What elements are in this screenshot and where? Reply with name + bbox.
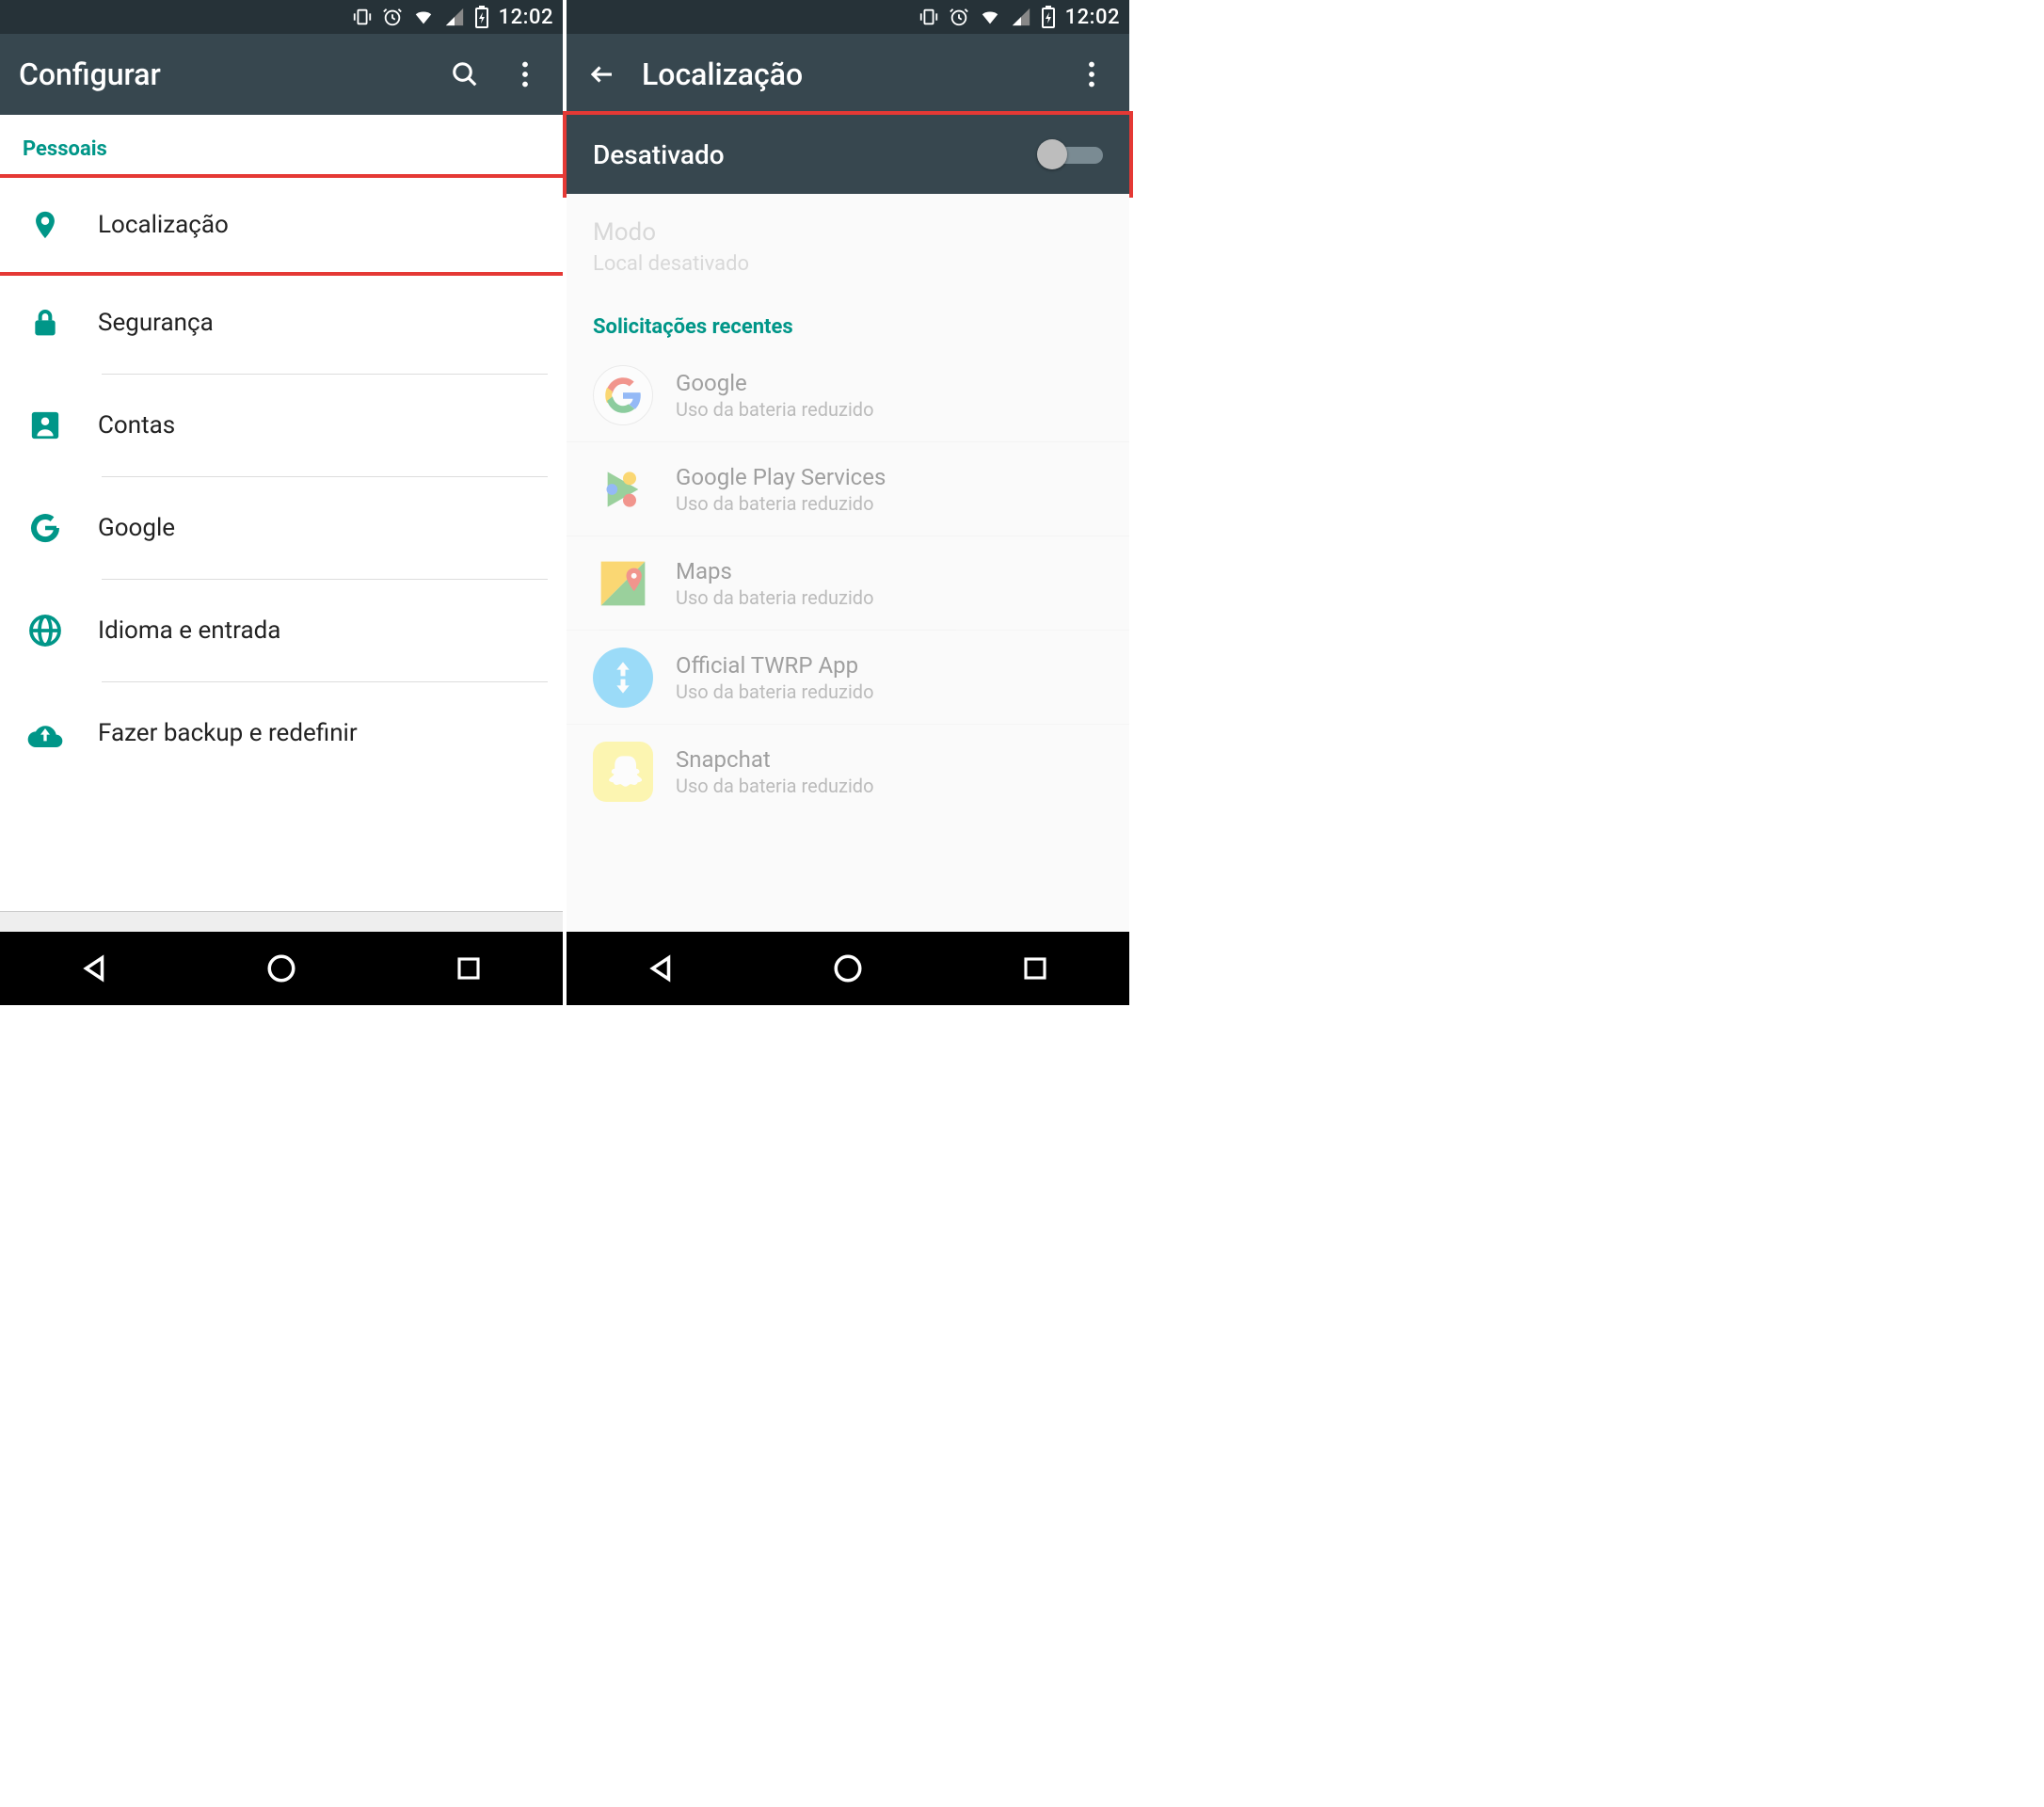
mode-title: Modo xyxy=(593,218,1103,247)
recent-app-row[interactable]: Google Play Services Uso da bateria redu… xyxy=(567,442,1129,536)
mode-subtitle: Local desativado xyxy=(593,252,1103,276)
nav-recent-button[interactable] xyxy=(446,946,491,991)
status-time: 12:02 xyxy=(1065,6,1120,29)
page-title: Configurar xyxy=(19,56,423,92)
appbar-right: Localização xyxy=(567,34,1129,115)
signal-icon xyxy=(444,7,465,27)
app-sub: Uso da bateria reduzido xyxy=(676,492,886,515)
vibrate-icon xyxy=(352,7,373,27)
alarm-icon xyxy=(382,7,403,27)
globe-icon xyxy=(23,614,68,648)
cloud-upload-icon xyxy=(23,719,68,747)
app-name: Maps xyxy=(676,558,874,584)
settings-item-location[interactable]: Localização xyxy=(0,174,563,276)
settings-item-label: Idioma e entrada xyxy=(98,616,280,645)
recent-app-row[interactable]: Google Uso da bateria reduzido xyxy=(567,348,1129,442)
settings-item-google[interactable]: Google xyxy=(0,477,563,579)
maps-icon xyxy=(593,553,653,614)
wifi-icon xyxy=(412,7,435,27)
signal-icon xyxy=(1011,7,1031,27)
settings-item-label: Segurança xyxy=(98,309,214,337)
nav-back-button[interactable] xyxy=(72,946,117,991)
settings-content: Pessoais Localização Segurança Contas xyxy=(0,115,563,932)
settings-item-label: Fazer backup e redefinir xyxy=(98,719,358,747)
location-content: Modo Local desativado Solicitações recen… xyxy=(567,194,1129,932)
back-button[interactable] xyxy=(585,57,619,91)
bottom-strip xyxy=(0,911,563,932)
search-button[interactable] xyxy=(446,56,484,93)
app-name: Official TWRP App xyxy=(676,652,874,679)
settings-item-backup[interactable]: Fazer backup e redefinir xyxy=(0,682,563,784)
recent-app-row[interactable]: Maps Uso da bateria reduzido xyxy=(567,536,1129,631)
recent-app-row[interactable]: Official TWRP App Uso da bateria reduzid… xyxy=(567,631,1129,725)
location-switch[interactable] xyxy=(1037,139,1103,169)
location-icon xyxy=(23,206,68,244)
recent-requests-header: Solicitações recentes xyxy=(567,300,1129,348)
settings-item-language[interactable]: Idioma e entrada xyxy=(0,580,563,681)
play-services-icon xyxy=(593,459,653,520)
nav-bar xyxy=(0,932,563,1005)
app-name: Google xyxy=(676,370,874,396)
lock-icon xyxy=(23,306,68,340)
wifi-icon xyxy=(979,7,1001,27)
section-header-pessoais: Pessoais xyxy=(0,115,563,178)
google-icon xyxy=(23,511,68,545)
settings-item-accounts[interactable]: Contas xyxy=(0,375,563,476)
mode-block[interactable]: Modo Local desativado xyxy=(567,194,1129,300)
recent-app-row[interactable]: Snapchat Uso da bateria reduzido xyxy=(567,725,1129,819)
nav-home-button[interactable] xyxy=(825,946,870,991)
alarm-icon xyxy=(949,7,969,27)
overflow-menu-button[interactable] xyxy=(506,56,544,93)
toggle-label: Desativado xyxy=(593,139,725,170)
twrp-icon xyxy=(593,648,653,708)
status-time: 12:02 xyxy=(499,6,553,29)
nav-recent-button[interactable] xyxy=(1013,946,1058,991)
app-sub: Uso da bateria reduzido xyxy=(676,586,874,609)
app-sub: Uso da bateria reduzido xyxy=(676,398,874,421)
google-app-icon xyxy=(593,365,653,425)
location-toggle-row[interactable]: Desativado xyxy=(563,111,1133,198)
vibrate-icon xyxy=(918,7,939,27)
appbar-left: Configurar xyxy=(0,34,563,115)
overflow-menu-button[interactable] xyxy=(1073,56,1110,93)
snapchat-icon xyxy=(593,742,653,802)
settings-item-security[interactable]: Segurança xyxy=(0,272,563,374)
app-name: Google Play Services xyxy=(676,464,886,490)
status-bar: 12:02 xyxy=(567,0,1129,34)
battery-charging-icon xyxy=(1041,6,1056,28)
phone-left: 12:02 Configurar Pessoais Localização Se… xyxy=(0,0,563,1005)
phone-right: 12:02 Localização Desativado Modo Local … xyxy=(563,0,1129,1005)
nav-home-button[interactable] xyxy=(259,946,304,991)
app-sub: Uso da bateria reduzido xyxy=(676,680,874,703)
settings-item-label: Contas xyxy=(98,411,175,440)
settings-item-label: Google xyxy=(98,514,175,542)
nav-bar xyxy=(567,932,1129,1005)
page-title: Localização xyxy=(642,56,1050,92)
app-sub: Uso da bateria reduzido xyxy=(676,775,874,797)
nav-back-button[interactable] xyxy=(638,946,683,991)
app-name: Snapchat xyxy=(676,746,874,773)
account-icon xyxy=(23,409,68,441)
status-bar: 12:02 xyxy=(0,0,563,34)
battery-charging-icon xyxy=(474,6,489,28)
settings-item-label: Localização xyxy=(98,211,229,239)
